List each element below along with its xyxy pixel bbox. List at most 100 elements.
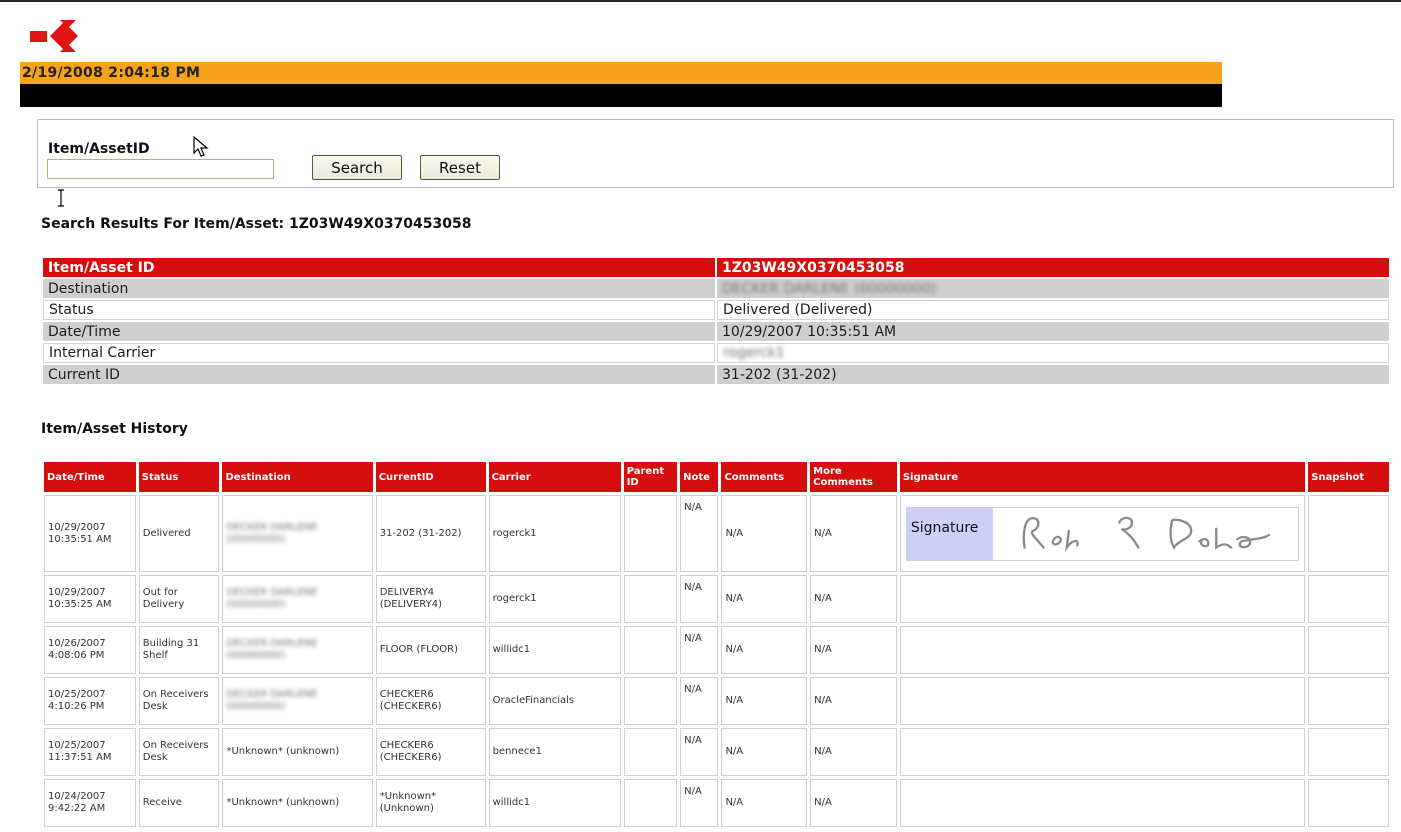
timestamp: 2/19/2008 2:04:18 PM xyxy=(22,65,201,81)
mouse-pointer-icon xyxy=(193,136,209,157)
cell-datetime: 10/29/2007 10:35:51 AM xyxy=(44,495,136,572)
cell-snapshot xyxy=(1308,626,1389,674)
cell-current-id: CHECKER6 (CHECKER6) xyxy=(375,728,486,776)
cell-carrier: OracleFinancials xyxy=(488,677,621,725)
cell-current-id: *Unknown* (Unknown) xyxy=(375,779,486,827)
cell-signature xyxy=(899,677,1306,725)
cell-signature xyxy=(899,575,1306,623)
table-row: 10/29/2007 10:35:25 AM Out for Delivery … xyxy=(44,575,1389,623)
company-logo-icon xyxy=(30,20,78,52)
cell-signature xyxy=(899,728,1306,776)
signature-box: Signature xyxy=(905,506,1300,561)
cell-destination: DECKER DARLENE (00000000) xyxy=(222,677,373,725)
col-header-signature[interactable]: Signature xyxy=(899,462,1306,492)
cell-status: Building 31 Shelf xyxy=(138,626,220,674)
col-header-snapshot[interactable]: Snapshot xyxy=(1308,462,1389,492)
cell-comments: N/A xyxy=(721,677,808,725)
cell-note: N/A xyxy=(680,779,719,827)
cell-note: N/A xyxy=(680,495,719,572)
cell-note: N/A xyxy=(680,728,719,776)
cell-snapshot xyxy=(1308,779,1389,827)
cell-current-id: DELIVERY4 (DELIVERY4) xyxy=(375,575,486,623)
col-header-datetime[interactable]: Date/Time xyxy=(44,462,136,492)
signature-label: Signature xyxy=(906,507,993,560)
cell-status: Delivered xyxy=(138,495,220,572)
cell-destination: DECKER DARLENE (00000000) xyxy=(222,575,373,623)
cell-snapshot xyxy=(1308,495,1389,572)
cell-more-comments: N/A xyxy=(810,677,897,725)
details-value: 31-202 (31-202) xyxy=(717,365,1389,384)
cell-signature: Signature xyxy=(899,495,1306,572)
cell-datetime: 10/29/2007 10:35:25 AM xyxy=(44,575,136,623)
cell-more-comments: N/A xyxy=(810,495,897,572)
cell-signature xyxy=(899,626,1306,674)
details-value: 10/29/2007 10:35:51 AM xyxy=(717,322,1389,341)
history-title: Item/Asset History xyxy=(41,421,188,437)
cell-comments: N/A xyxy=(721,626,808,674)
details-row-item-id: Item/Asset ID 1Z03W49X0370453058 xyxy=(43,258,1389,277)
cell-parent-id xyxy=(623,779,678,827)
details-label: Internal Carrier xyxy=(43,343,715,363)
details-value: Delivered (Delivered) xyxy=(717,300,1389,320)
col-header-destination[interactable]: Destination xyxy=(222,462,373,492)
details-value: DECKER DARLENE (00000000) xyxy=(717,279,1389,298)
cell-datetime: 10/26/2007 4:08:06 PM xyxy=(44,626,136,674)
search-button[interactable]: Search xyxy=(312,155,402,180)
cell-current-id: 31-202 (31-202) xyxy=(375,495,486,572)
cell-more-comments: N/A xyxy=(810,575,897,623)
asset-id-input[interactable] xyxy=(47,159,274,179)
cell-note: N/A xyxy=(680,575,719,623)
cell-status: Out for Delivery xyxy=(138,575,220,623)
details-row-current-id: Current ID 31-202 (31-202) xyxy=(43,365,1389,384)
cell-signature xyxy=(899,779,1306,827)
reset-button[interactable]: Reset xyxy=(420,155,500,180)
table-row: 10/26/2007 4:08:06 PM Building 31 Shelf … xyxy=(44,626,1389,674)
col-header-more-comments[interactable]: More Comments xyxy=(810,462,897,492)
history-header-row: Date/Time Status Destination CurrentID C… xyxy=(44,462,1389,492)
col-header-parent-id[interactable]: Parent ID xyxy=(623,462,678,492)
asset-details-table: Item/Asset ID 1Z03W49X0370453058 Destina… xyxy=(41,256,1391,386)
search-label: Item/AssetID xyxy=(48,141,150,157)
cell-more-comments: N/A xyxy=(810,626,897,674)
details-value: 1Z03W49X0370453058 xyxy=(717,258,1389,277)
details-label: Current ID xyxy=(43,365,715,384)
cell-snapshot xyxy=(1308,575,1389,623)
details-label: Date/Time xyxy=(43,322,715,341)
window-top-border xyxy=(0,0,1401,2)
cell-destination: *Unknown* (unknown) xyxy=(222,779,373,827)
cell-note: N/A xyxy=(680,626,719,674)
cell-carrier: willidc1 xyxy=(488,779,621,827)
col-header-comments[interactable]: Comments xyxy=(721,462,808,492)
cell-carrier: rogerck1 xyxy=(488,575,621,623)
cell-destination: DECKER DARLENE (00000000) xyxy=(222,495,373,572)
table-row: 10/24/2007 9:42:22 AM Receive *Unknown* … xyxy=(44,779,1389,827)
cell-carrier: willidc1 xyxy=(488,626,621,674)
cell-current-id: CHECKER6 (CHECKER6) xyxy=(375,677,486,725)
search-panel: Item/AssetID Search Reset xyxy=(37,119,1394,188)
details-row-datetime: Date/Time 10/29/2007 10:35:51 AM xyxy=(43,322,1389,341)
cell-comments: N/A xyxy=(721,728,808,776)
cell-datetime: 10/24/2007 9:42:22 AM xyxy=(44,779,136,827)
signature-image[interactable] xyxy=(992,507,1299,560)
cell-status: On Receivers Desk xyxy=(138,728,220,776)
col-header-carrier[interactable]: Carrier xyxy=(488,462,621,492)
cell-parent-id xyxy=(623,495,678,572)
timestamp-bar: 2/19/2008 2:04:18 PM xyxy=(20,62,1222,84)
results-title: Search Results For Item/Asset: 1Z03W49X0… xyxy=(41,216,472,232)
cell-current-id: FLOOR (FLOOR) xyxy=(375,626,486,674)
cell-carrier: bennece1 xyxy=(488,728,621,776)
details-row-status: Status Delivered (Delivered) xyxy=(43,300,1389,320)
cell-destination: *Unknown* (unknown) xyxy=(222,728,373,776)
col-header-note[interactable]: Note xyxy=(680,462,719,492)
cell-snapshot xyxy=(1308,677,1389,725)
details-row-carrier: Internal Carrier rogerck1 xyxy=(43,343,1389,363)
details-row-destination: Destination DECKER DARLENE (00000000) xyxy=(43,279,1389,298)
cell-comments: N/A xyxy=(721,779,808,827)
cell-destination: DECKER DARLENE (00000000) xyxy=(222,626,373,674)
cell-comments: N/A xyxy=(721,575,808,623)
history-table: Date/Time Status Destination CurrentID C… xyxy=(41,459,1392,830)
cell-comments: N/A xyxy=(721,495,808,572)
col-header-status[interactable]: Status xyxy=(138,462,220,492)
cell-parent-id xyxy=(623,677,678,725)
col-header-current-id[interactable]: CurrentID xyxy=(375,462,486,492)
